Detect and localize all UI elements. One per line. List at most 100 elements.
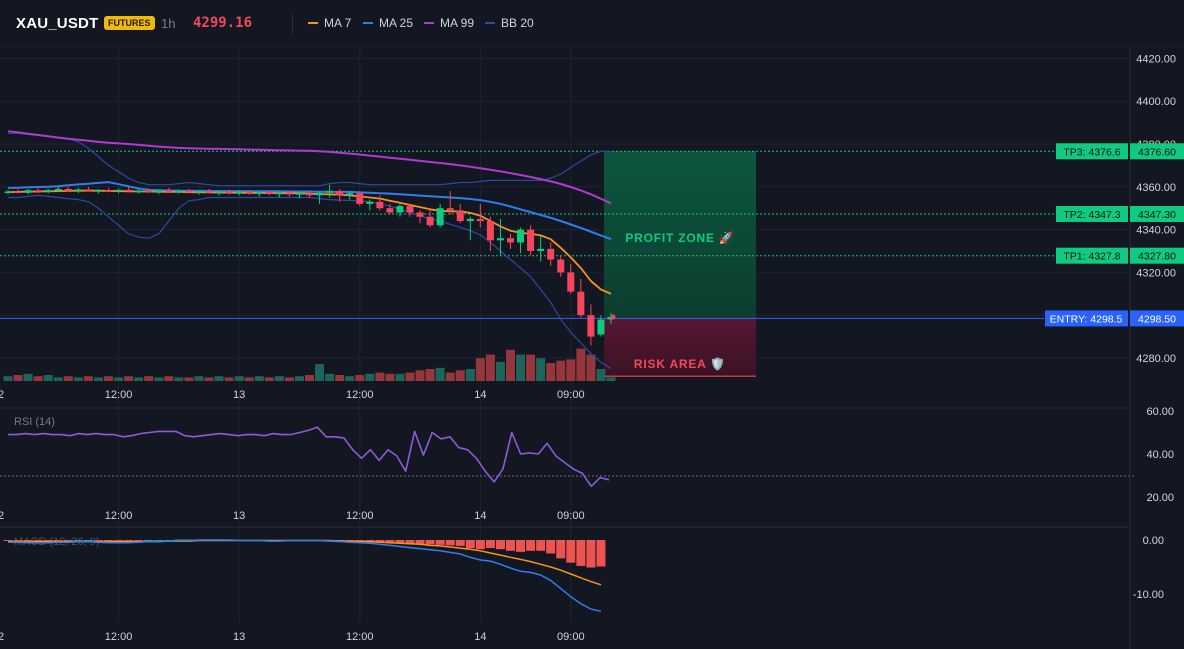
entry-tag: ENTRY: 4298.5 [1050, 313, 1123, 325]
volume-bar [465, 369, 475, 381]
volume-bar [365, 373, 375, 381]
candle-body [4, 191, 12, 194]
candle-body [165, 190, 173, 192]
header-divider [292, 14, 293, 34]
chart-canvas[interactable]: PROFIT ZONE 🚀 RISK AREA 🛡️ RSI (14) MACD (1… [0, 0, 1184, 649]
candle-body [215, 191, 223, 194]
volume-bar [43, 375, 53, 381]
legend-ma25-label: MA 25 [379, 16, 414, 30]
candle-body [205, 191, 213, 193]
volume-bar [355, 375, 365, 381]
price-axis[interactable]: 4420.004400.004380.004360.004340.004320.… [1129, 46, 1176, 649]
candle-body [225, 191, 233, 194]
candle-body [115, 189, 123, 192]
volume-bar [154, 377, 164, 381]
chart-header: XAU_USDT FUTURES 1h 4299.16 MA 7 MA 25 M… [0, 0, 1184, 46]
profit-zone-label: PROFIT ZONE 🚀 [625, 231, 734, 245]
macd-label: MACD (12, 26, 9) [14, 536, 100, 548]
time-tick-label: 12:00 [105, 510, 133, 522]
candle-body [557, 259, 565, 273]
rsi-pane[interactable]: RSI (14) [0, 407, 1136, 488]
candle-series [4, 184, 615, 346]
volume-bar [204, 377, 214, 381]
timeframe-label[interactable]: 1h [161, 16, 175, 31]
time-tick-label: 09:00 [557, 631, 585, 643]
candle-body [275, 192, 283, 195]
volume-bar [445, 372, 455, 381]
symbol-name[interactable]: XAU_USDT [16, 15, 98, 32]
price-tick-label: 4360.00 [1136, 182, 1176, 194]
candle-body [537, 248, 545, 251]
volume-bar [13, 375, 23, 381]
tp2-tag: TP2: 4347.3 [1063, 209, 1120, 221]
legend-bb20-label: BB 20 [501, 16, 534, 30]
volume-bar [83, 376, 93, 381]
volume-bar [455, 370, 465, 381]
volume-bar [53, 377, 63, 381]
volume-bar [516, 354, 526, 381]
macd-hist-bar [546, 540, 556, 554]
macd-tick-label: -10.00 [1133, 589, 1164, 601]
candle-body [456, 210, 464, 222]
candle-body [125, 189, 133, 192]
macd-hist-bar [475, 540, 485, 550]
bb-lower-line [8, 194, 612, 370]
candle-body [597, 319, 605, 335]
legend-ma7[interactable]: MA 7 [308, 16, 351, 30]
candle-body [235, 191, 243, 194]
candle-body [527, 229, 535, 251]
time-tick-label: 12:00 [105, 631, 133, 643]
volume-bar [435, 367, 445, 381]
candle-body [336, 191, 344, 196]
candle-body [255, 192, 263, 194]
volume-bar [73, 377, 83, 381]
volume-bar [23, 373, 33, 381]
candle-body [84, 189, 92, 192]
time-tick-label: 12:00 [346, 389, 374, 401]
candle-body [366, 201, 374, 204]
macd-hist-bar [586, 540, 596, 568]
candle-body [185, 190, 193, 193]
legend-ma7-swatch [308, 22, 318, 24]
volume-bar [395, 373, 405, 381]
legend-ma99-swatch [424, 22, 434, 24]
macd-hist-bar [556, 540, 566, 559]
candle-body [24, 190, 32, 193]
time-tick-label: 12 [0, 510, 4, 522]
volume-bar [415, 370, 425, 381]
candle-body [245, 191, 253, 194]
volume-bar [345, 376, 355, 381]
candle-body [306, 193, 313, 196]
legend-ma99[interactable]: MA 99 [424, 16, 474, 30]
volume-bar [104, 376, 113, 381]
price-tick-label: 4420.00 [1136, 53, 1176, 65]
candle-body [356, 193, 364, 204]
price-tick-label: 4340.00 [1136, 225, 1176, 237]
main-pane[interactable]: PROFIT ZONE 🚀 RISK AREA 🛡️ [0, 48, 1130, 623]
candle-body [446, 208, 454, 211]
volume-bar [124, 376, 134, 381]
tp3-tag: TP3: 4376.6 [1063, 146, 1120, 158]
macd-hist-bar [485, 540, 495, 549]
candle-body [416, 212, 424, 217]
volume-bar [194, 376, 204, 381]
legend-ma25[interactable]: MA 25 [363, 16, 413, 30]
time-tick-label: 09:00 [557, 389, 585, 401]
candle-body [346, 193, 354, 196]
volume-bar [335, 375, 345, 381]
volume-bar [606, 377, 616, 381]
candle-body [436, 208, 444, 226]
tp1-axis-tag: 4327.80 [1138, 251, 1176, 263]
rsi-tick-label: 40.00 [1146, 449, 1174, 461]
macd-pane[interactable]: MACD (12, 26, 9) [0, 526, 1130, 613]
time-tick-label: 12 [0, 631, 4, 643]
price-tick-label: 4280.00 [1136, 353, 1176, 365]
volume-bar [274, 376, 284, 381]
volume-bar [546, 363, 556, 381]
futures-badge: FUTURES [104, 16, 155, 30]
volume-bar [254, 376, 264, 381]
macd-hist-bar [495, 540, 505, 550]
candle-body [135, 190, 143, 193]
candle-body [175, 190, 183, 193]
legend-bb20[interactable]: BB 20 [485, 16, 534, 30]
